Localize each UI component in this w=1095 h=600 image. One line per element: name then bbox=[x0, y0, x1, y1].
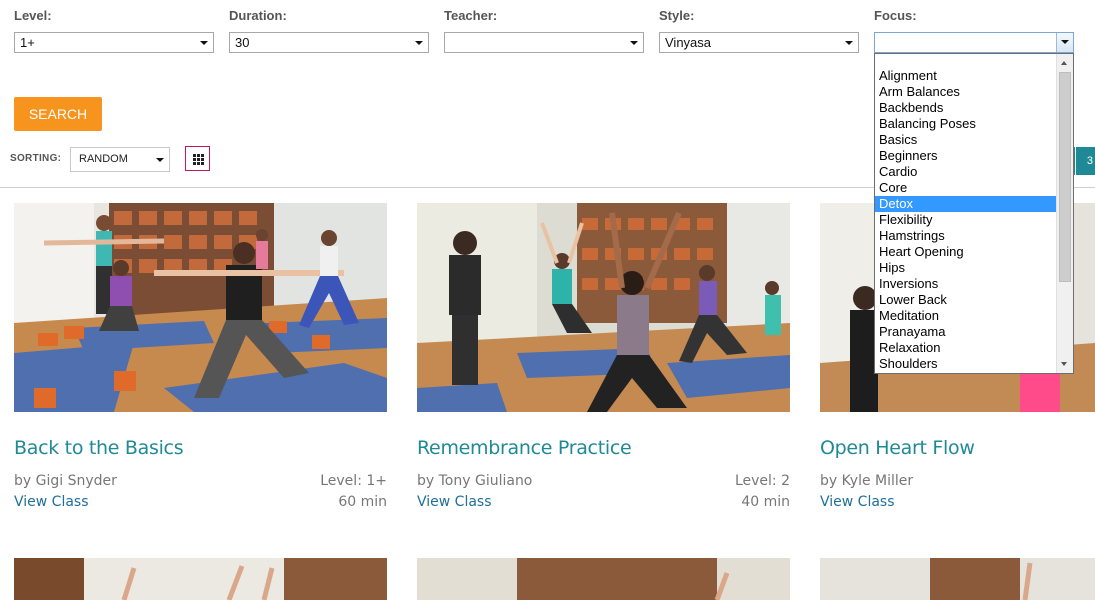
yoga-class-photo bbox=[820, 558, 1095, 600]
yoga-class-photo bbox=[14, 203, 387, 412]
yoga-class-photo bbox=[417, 558, 790, 600]
dropdown-scrollbar[interactable] bbox=[1056, 54, 1073, 373]
duration-select-value: 30 bbox=[235, 35, 250, 50]
style-select[interactable]: Vinyasa bbox=[659, 32, 859, 53]
class-title[interactable]: Open Heart Flow bbox=[820, 437, 975, 459]
level-select-value: 1+ bbox=[20, 35, 35, 50]
focus-option[interactable]: Lower Back bbox=[875, 292, 1057, 308]
view-class-link[interactable]: View Class bbox=[417, 494, 492, 510]
class-thumbnail[interactable] bbox=[417, 558, 790, 600]
focus-option[interactable]: Pranayama bbox=[875, 324, 1057, 340]
focus-option[interactable]: Core bbox=[875, 180, 1057, 196]
focus-option[interactable]: Relaxation bbox=[875, 340, 1057, 356]
class-teacher: by Tony Giuliano bbox=[417, 473, 533, 489]
focus-option[interactable]: Hamstrings bbox=[875, 228, 1057, 244]
focus-dropdown-button[interactable] bbox=[1056, 33, 1073, 52]
style-label: Style: bbox=[659, 8, 695, 23]
focus-option[interactable]: Cardio bbox=[875, 164, 1057, 180]
chevron-down-icon bbox=[1061, 40, 1069, 44]
yoga-class-photo bbox=[417, 203, 790, 412]
chevron-down-icon bbox=[845, 41, 853, 45]
pager-current-page[interactable]: 3 bbox=[1076, 147, 1095, 175]
focus-option[interactable]: Detox bbox=[875, 196, 1057, 212]
scrollbar-thumb[interactable] bbox=[1059, 72, 1071, 282]
focus-option[interactable]: Flexibility bbox=[875, 212, 1057, 228]
chevron-down-icon bbox=[630, 41, 638, 45]
class-level: Level: 1+ bbox=[320, 473, 387, 489]
focus-option[interactable]: Basics bbox=[875, 132, 1057, 148]
sorting-label: SORTING: bbox=[10, 153, 62, 164]
focus-option[interactable]: Hips bbox=[875, 260, 1057, 276]
teacher-label: Teacher: bbox=[444, 8, 498, 23]
chevron-down-icon bbox=[156, 158, 164, 162]
class-teacher: by Kyle Miller bbox=[820, 473, 914, 489]
view-class-link[interactable]: View Class bbox=[14, 494, 89, 510]
focus-option[interactable]: Meditation bbox=[875, 308, 1057, 324]
chevron-down-icon bbox=[415, 41, 423, 45]
search-button[interactable]: SEARCH bbox=[14, 97, 102, 131]
sorting-select-value: RANDOM bbox=[79, 153, 128, 165]
sorting-select[interactable]: RANDOM bbox=[70, 147, 170, 172]
duration-label: Duration: bbox=[229, 8, 287, 23]
scroll-down-icon[interactable] bbox=[1061, 362, 1067, 366]
style-select-value: Vinyasa bbox=[665, 35, 712, 50]
focus-option[interactable]: Shoulders bbox=[875, 356, 1057, 372]
class-thumbnail[interactable] bbox=[14, 203, 387, 412]
teacher-select[interactable] bbox=[444, 32, 644, 53]
focus-dropdown-list[interactable]: Alignment Arm Balances Backbends Balancing … bbox=[874, 53, 1074, 374]
focus-option[interactable]: Inversions bbox=[875, 276, 1057, 292]
class-thumbnail[interactable] bbox=[14, 558, 387, 600]
focus-options: Alignment Arm Balances Backbends Balancing … bbox=[875, 68, 1057, 372]
focus-option[interactable]: Backbends bbox=[875, 100, 1057, 116]
focus-select[interactable] bbox=[874, 32, 1074, 53]
focus-label: Focus: bbox=[874, 8, 917, 23]
level-select[interactable]: 1+ bbox=[14, 32, 214, 53]
class-duration: 40 min bbox=[741, 494, 790, 510]
focus-option[interactable]: Alignment bbox=[875, 68, 1057, 84]
yoga-class-photo bbox=[14, 558, 387, 600]
focus-option[interactable]: Arm Balances bbox=[875, 84, 1057, 100]
class-teacher: by Gigi Snyder bbox=[14, 473, 117, 489]
class-title[interactable]: Remembrance Practice bbox=[417, 437, 632, 459]
focus-option[interactable]: Balancing Poses bbox=[875, 116, 1057, 132]
class-thumbnail[interactable] bbox=[820, 558, 1095, 600]
level-label: Level: bbox=[14, 8, 52, 23]
class-thumbnail[interactable] bbox=[417, 203, 790, 412]
focus-option[interactable]: Beginners bbox=[875, 148, 1057, 164]
class-duration: 60 min bbox=[338, 494, 387, 510]
view-class-link[interactable]: View Class bbox=[820, 494, 895, 510]
scroll-up-icon[interactable] bbox=[1061, 61, 1067, 65]
duration-select[interactable]: 30 bbox=[229, 32, 429, 53]
class-title[interactable]: Back to the Basics bbox=[14, 437, 184, 459]
chevron-down-icon bbox=[200, 41, 208, 45]
focus-option[interactable]: Heart Opening bbox=[875, 244, 1057, 260]
class-level: Level: 2 bbox=[734, 473, 790, 489]
grid-view-button[interactable] bbox=[185, 146, 210, 171]
